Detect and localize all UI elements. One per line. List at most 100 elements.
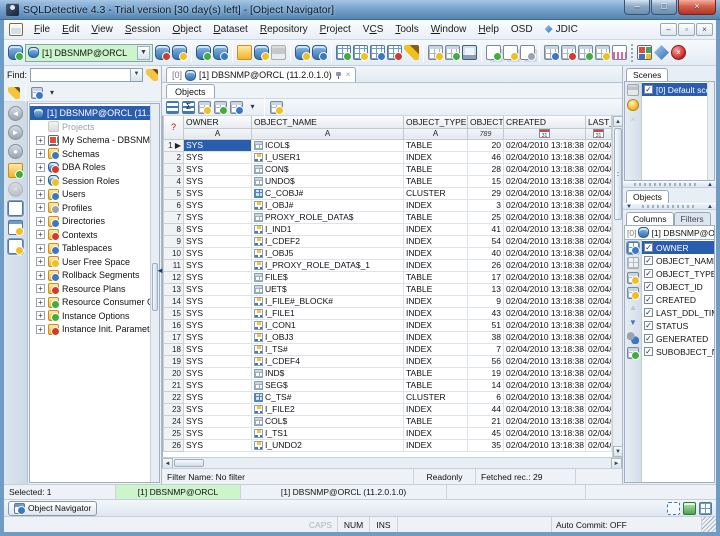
cell-object-name[interactable]: I_CDEF4 [251, 355, 404, 368]
cell-owner[interactable]: SYS [183, 187, 252, 200]
cell-object-id[interactable]: 26 [467, 259, 504, 272]
cell-owner[interactable]: SYS [183, 223, 252, 236]
scene-checkbox[interactable]: ✓ [644, 85, 653, 94]
find-edit-icon[interactable] [8, 86, 20, 99]
invert-selection-icon[interactable] [627, 332, 639, 344]
contexts-icon[interactable] [48, 229, 60, 242]
session-browser-icon[interactable] [462, 45, 477, 60]
cell-last-ddl-time[interactable]: 02/04/2010 13:18:38 [585, 175, 612, 188]
cell-owner[interactable]: SYS [183, 199, 252, 212]
menu-vcs[interactable]: VCS [357, 24, 390, 35]
open-from-database-icon[interactable] [254, 45, 270, 61]
cell-last-ddl-time[interactable]: 02/04/2010 13:18:38 [585, 415, 612, 428]
tree-item-contexts[interactable]: + Contexts [30, 228, 159, 242]
directories-icon[interactable] [48, 215, 60, 228]
cancel-icon[interactable]: × [8, 182, 23, 197]
grid-horizontal-scrollbar[interactable]: ◄ ► [162, 457, 622, 469]
data-duplicator-icon[interactable] [578, 45, 594, 61]
tree-item-resource-plans[interactable]: + Resource Plans [30, 282, 159, 296]
cell-object-type[interactable]: INDEX [403, 343, 468, 356]
column-type-last_ddl_time[interactable]: 31 [585, 127, 612, 140]
cell-object-id[interactable]: 7 [467, 343, 504, 356]
expand-icon[interactable]: + [36, 135, 45, 145]
column-item-owner[interactable]: ✓ OWNER [642, 241, 714, 254]
move-column-left-icon[interactable] [627, 272, 640, 285]
expand-icon[interactable]: + [36, 176, 45, 186]
hscroll-thumb[interactable] [174, 459, 204, 467]
tree-item-profiles[interactable]: + Profiles [30, 201, 159, 215]
cell-object-type[interactable]: CLUSTER [403, 391, 468, 404]
save-icon[interactable] [271, 45, 286, 60]
about-icon[interactable] [654, 45, 669, 60]
object-navigator-task-button[interactable]: Object Navigator [8, 500, 98, 516]
menu-osd[interactable]: OSD [505, 24, 539, 35]
move-column-right-icon[interactable] [627, 287, 640, 300]
cell-object-id[interactable]: 54 [467, 235, 504, 248]
grid-options-dropdown-icon[interactable]: ▾ [246, 101, 259, 114]
column-item-subobject_name[interactable]: ✓SUBOBJECT_NAME [642, 345, 714, 358]
row-number[interactable]: 1 ▶ [163, 138, 184, 152]
tree-view-dropdown-icon[interactable]: ▾ [46, 87, 58, 99]
row-number[interactable]: 15 [163, 306, 184, 320]
exit-icon[interactable]: × [671, 45, 686, 60]
row-number[interactable]: 3 [163, 162, 184, 176]
cell-object-id[interactable]: 25 [467, 211, 504, 224]
cell-object-type[interactable]: INDEX [403, 307, 468, 320]
compare-objects-icon[interactable] [503, 45, 519, 61]
cell-object-name[interactable]: I_CON1 [251, 319, 404, 332]
new-connection-icon[interactable] [8, 45, 24, 61]
cell-last-ddl-time[interactable]: 02/04/2010 13:18:38 [585, 259, 612, 272]
row-number[interactable]: 17 [163, 330, 184, 344]
cell-object-id[interactable]: 41 [467, 223, 504, 236]
fit-to-window-icon[interactable] [667, 501, 680, 515]
cell-object-id[interactable]: 9 [467, 295, 504, 308]
cell-created[interactable]: 02/04/2010 13:18:38 [503, 283, 586, 296]
menu-window[interactable]: Window [425, 24, 473, 35]
instance-init-parameters-icon[interactable] [48, 323, 60, 336]
cell-object-type[interactable]: INDEX [403, 319, 468, 332]
cell-owner[interactable]: SYS [183, 259, 252, 272]
expand-icon[interactable]: + [36, 189, 45, 199]
move-up-icon[interactable]: ▲ [627, 302, 639, 314]
menu-view[interactable]: View [85, 24, 119, 35]
cell-object-name[interactable]: I_TS1 [251, 427, 404, 440]
cell-last-ddl-time[interactable]: 02/04/2010 13:18:38 [585, 235, 612, 248]
cell-object-type[interactable]: INDEX [403, 151, 468, 164]
cell-last-ddl-time[interactable]: 02/04/2010 13:18:38 [585, 355, 612, 368]
panel-splitter-bottom[interactable]: ▼ ▲ [623, 203, 716, 210]
cell-owner[interactable]: SYS [183, 151, 252, 164]
cell-created[interactable]: 02/04/2010 13:18:38 [503, 235, 586, 248]
minimize-button[interactable]: – [624, 0, 650, 15]
cell-object-id[interactable]: 40 [467, 247, 504, 260]
cell-object-id[interactable]: 45 [467, 427, 504, 440]
cell-owner[interactable]: SYS [183, 439, 252, 452]
column-checkbox[interactable]: ✓ [644, 282, 653, 291]
schemas-icon[interactable] [48, 148, 60, 161]
cell-object-name[interactable]: I_PROXY_ROLE_DATA$_1 [251, 259, 404, 272]
cell-object-type[interactable]: INDEX [403, 403, 468, 416]
column-header-object_name[interactable]: OBJECT_NAME [251, 116, 404, 129]
cell-object-type[interactable]: TABLE [403, 367, 468, 380]
extract-ddl-icon[interactable] [312, 45, 328, 61]
scene-options-icon[interactable] [627, 99, 639, 111]
cell-owner[interactable]: SYS [183, 295, 252, 308]
connection-document-tab[interactable]: [0] [1] DBSNMP@ORCL (11.2.0.1.0) × [166, 67, 357, 82]
cell-created[interactable]: 02/04/2010 13:18:38 [503, 427, 586, 440]
schema-browser-icon[interactable] [353, 45, 369, 61]
cell-owner[interactable]: SYS [183, 271, 252, 284]
cell-object-id[interactable]: 44 [467, 403, 504, 416]
find-input[interactable]: ▼ [30, 68, 143, 82]
splitter-down-icon[interactable]: ▼ [626, 204, 632, 210]
mdi-close-button[interactable]: × [696, 23, 713, 36]
tree-item-resource-consumer-groups[interactable]: + Resource Consumer Groups [30, 296, 159, 310]
cell-created[interactable]: 02/04/2010 13:18:38 [503, 403, 586, 416]
cell-object-type[interactable]: INDEX [403, 439, 468, 452]
export-data-icon[interactable] [445, 45, 461, 61]
cell-object-id[interactable]: 13 [467, 283, 504, 296]
tree-item-rollback-segments[interactable]: + Rollback Segments [30, 269, 159, 283]
column-checkbox[interactable]: ✓ [644, 295, 653, 304]
schema-view-icon[interactable] [7, 238, 24, 255]
row-number[interactable]: 14 [163, 294, 184, 308]
menu-dataset[interactable]: Dataset [207, 24, 253, 35]
tab-columns[interactable]: Columns [626, 212, 674, 225]
